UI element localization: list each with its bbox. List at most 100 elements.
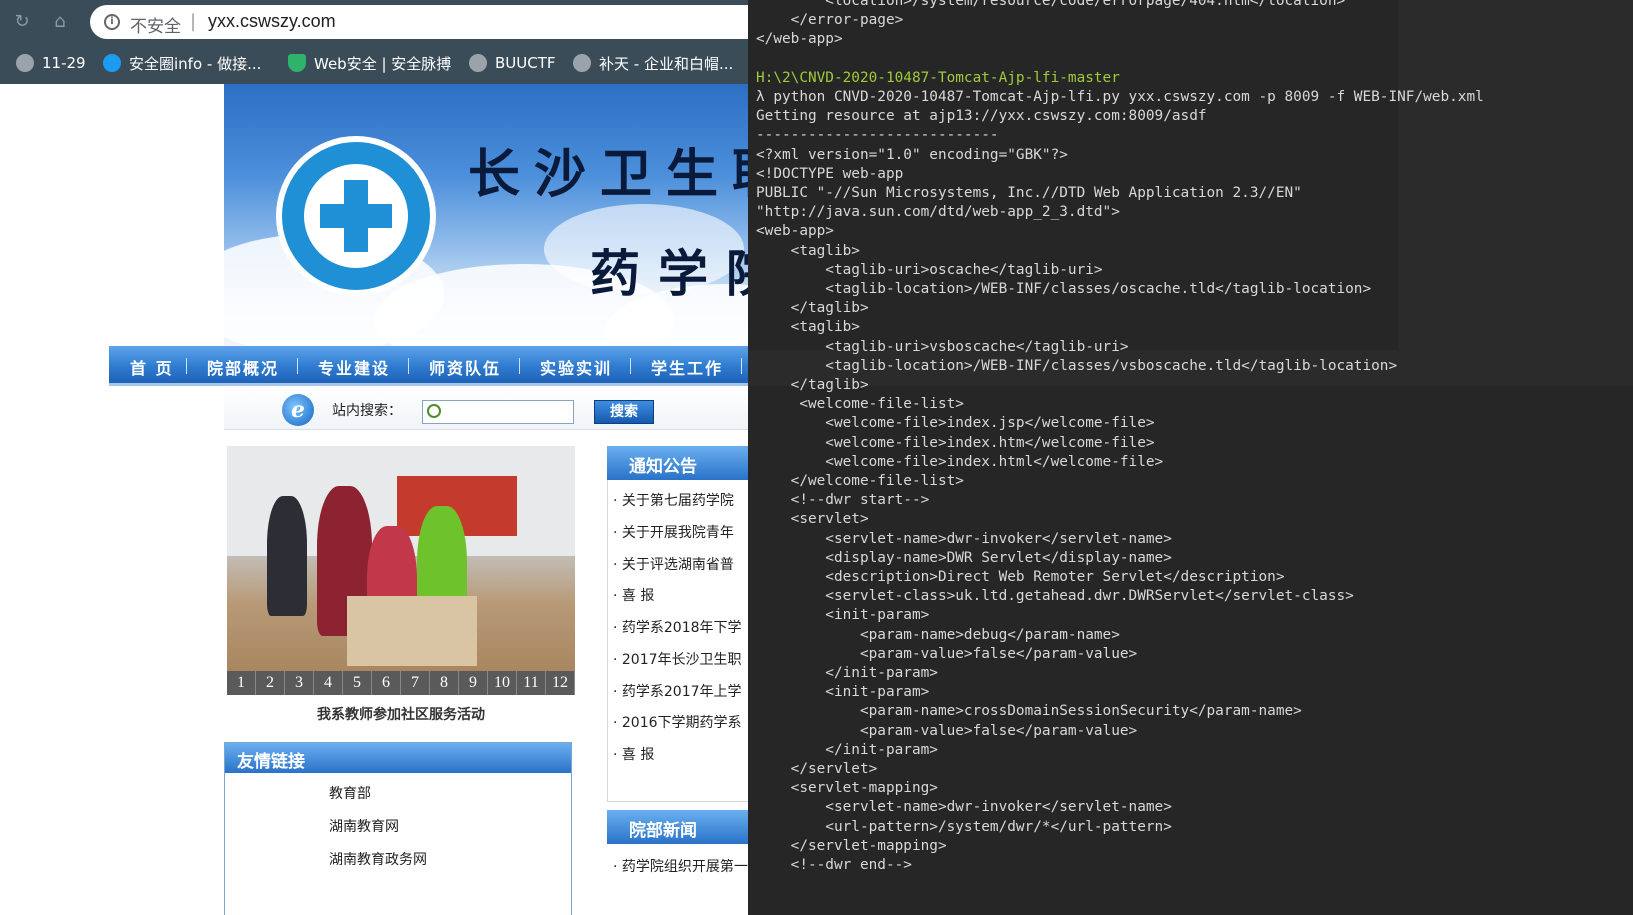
news-photo[interactable]	[227, 446, 575, 671]
pager-item[interactable]: 10	[488, 671, 517, 695]
photo-caption[interactable]: 我系教师参加社区服务活动	[227, 704, 575, 724]
photo-table	[347, 596, 477, 666]
terminal-line: <param-name>debug</param-name>	[756, 626, 1120, 643]
terminal-line: "http://java.sun.com/dtd/web-app_2_3.dtd…	[756, 204, 1120, 221]
bookmark-label: 11-29	[42, 54, 86, 72]
nav-overview[interactable]: 院部概况	[207, 355, 279, 379]
reload-icon[interactable]: ↻	[10, 10, 34, 34]
notice-item[interactable]: · 关于开展我院青年	[613, 522, 734, 542]
terminal-line: </error-page>	[756, 12, 904, 29]
logo-emblem	[304, 164, 408, 268]
omnibox[interactable]: i 不安全 | yxx.cswszy.com	[90, 5, 810, 39]
notice-item[interactable]: · 2016下学期药学系	[613, 712, 742, 732]
ghost-row	[1398, 0, 1633, 350]
nav-labs[interactable]: 实验实训	[540, 355, 612, 379]
nav-divider	[408, 358, 409, 374]
main-nav: 首 页 院部概况 专业建设 师资队伍 实验实训 学生工作	[109, 346, 780, 386]
nav-divider	[186, 358, 187, 374]
pager-item[interactable]: 9	[459, 671, 488, 695]
nav-divider	[741, 358, 742, 374]
terminal-line: </servlet-mapping>	[756, 837, 947, 854]
pager-item[interactable]: 3	[285, 671, 314, 695]
college-logo[interactable]	[276, 136, 436, 296]
bookmark-item[interactable]: Web安全 | 安全脉搏	[288, 52, 451, 74]
terminal-line: <taglib-uri>oscache</taglib-uri>	[756, 261, 1103, 278]
friend-link[interactable]: 湖南教育政务网	[329, 849, 427, 869]
terminal-line: <servlet-mapping>	[756, 780, 938, 797]
bookmark-item[interactable]: BUUCTF	[469, 52, 556, 74]
nav-students[interactable]: 学生工作	[651, 355, 723, 379]
terminal-line: </init-param>	[756, 665, 938, 681]
nav-divider	[519, 358, 520, 374]
friend-link[interactable]: 湖南教育网	[329, 816, 399, 836]
info-icon[interactable]: i	[104, 14, 120, 30]
nav-faculty[interactable]: 师资队伍	[429, 355, 501, 379]
terminal-line: <param-name>crossDomainSessionSecurity</…	[756, 703, 1302, 720]
ie-icon: e	[282, 394, 314, 426]
photo-pager: 1 2 3 4 5 6 7 8 9 10 11 12	[227, 671, 575, 695]
nav-divider	[630, 358, 631, 374]
notice-item[interactable]: · 关于第七届药学院	[613, 490, 734, 510]
terminal-window[interactable]: <location>/system/resource/code/errorpag…	[748, 0, 1633, 915]
terminal-line: <init-param>	[756, 684, 930, 701]
notice-item[interactable]: · 关于评选湖南省普	[613, 554, 734, 574]
terminal-line: <!DOCTYPE web-app	[756, 165, 904, 182]
web-page: 长沙卫生职 药学院 首 页 院部概况 专业建设 师资队伍 实验实训 学生工作 e…	[0, 84, 780, 915]
pager-item[interactable]: 12	[546, 671, 575, 695]
photo-person	[267, 496, 307, 616]
terminal-line: <!--dwr start-->	[756, 492, 930, 509]
terminal-line: <servlet-name>dwr-invoker</servlet-name>	[756, 530, 1172, 547]
globe-icon	[16, 54, 34, 72]
pager-item[interactable]: 2	[256, 671, 285, 695]
security-label: 不安全	[130, 17, 181, 37]
terminal-line: <servlet-name>dwr-invoker</servlet-name>	[756, 799, 1172, 816]
terminal-line: H:\2\CNVD-2020-10487-Tomcat-Ajp-lfi-mast…	[756, 69, 1120, 86]
friend-links-panel: 友情链接 教育部 湖南教育网 湖南教育政务网	[224, 742, 572, 915]
notice-item[interactable]: · 药学系2018年下学	[613, 617, 742, 637]
bookmark-item[interactable]: 补天 - 企业和白帽...	[573, 52, 733, 74]
pager-item[interactable]: 8	[430, 671, 459, 695]
terminal-line: <welcome-file>index.html</welcome-file>	[756, 453, 1164, 470]
bookmark-item[interactable]: 11-29	[16, 52, 86, 74]
terminal-line: <param-value>false</param-value>	[756, 645, 1138, 662]
nav-home[interactable]: 首 页	[130, 355, 174, 379]
notice-item[interactable]: · 药学系2017年上学	[613, 681, 742, 701]
notice-item[interactable]: · 喜 报	[613, 744, 654, 764]
terminal-line: <servlet>	[756, 511, 869, 528]
terminal-line: λ python CNVD-2020-10487-Tomcat-Ajp-lfi.…	[756, 89, 1484, 105]
terminal-line: <taglib-location>/WEB-INF/classes/oscach…	[756, 281, 1372, 297]
bookmark-label: BUUCTF	[495, 54, 556, 72]
terminal-line: <servlet-class>uk.ltd.getahead.dwr.DWRSe…	[756, 588, 1354, 605]
terminal-line: </taglib>	[756, 300, 869, 317]
bookmark-label: Web安全 | 安全脉搏	[314, 54, 452, 73]
terminal-line: <web-app>	[756, 223, 834, 240]
pager-item[interactable]: 4	[314, 671, 343, 695]
url-text[interactable]: yxx.cswszy.com	[208, 11, 336, 32]
terminal-line: <!--dwr end-->	[756, 857, 912, 873]
omnibox-divider: |	[190, 11, 197, 32]
pager-item[interactable]: 11	[517, 671, 546, 695]
cross-icon-bar	[320, 204, 392, 228]
globe-icon	[573, 54, 591, 72]
search-icon	[427, 404, 441, 418]
pager-item[interactable]: 6	[372, 671, 401, 695]
notice-item[interactable]: · 2017年长沙卫生职	[613, 649, 742, 669]
bookmark-item[interactable]: 安全圈info - 做接...	[103, 52, 261, 74]
terminal-line: <description>Direct Web Remoter Servlet<…	[756, 569, 1285, 585]
search-input[interactable]	[422, 400, 574, 424]
terminal-line: <display-name>DWR Servlet</display-name>	[756, 549, 1172, 566]
nav-divider	[297, 358, 298, 374]
nav-majors[interactable]: 专业建设	[318, 355, 390, 379]
pager-item[interactable]: 5	[343, 671, 372, 695]
pager-item[interactable]: 7	[401, 671, 430, 695]
friend-link[interactable]: 教育部	[329, 783, 371, 803]
news-item[interactable]: · 药学院组织开展第一	[613, 856, 748, 876]
bookmarks-bar: 11-29 安全圈info - 做接... Web安全 | 安全脉搏 BUUCT…	[0, 44, 800, 84]
home-icon[interactable]: ⌂	[48, 10, 72, 34]
terminal-line: <taglib>	[756, 319, 860, 336]
pager-item[interactable]: 1	[227, 671, 256, 695]
search-button[interactable]: 搜索	[594, 400, 654, 424]
address-bar-row: ↻ ⌂ i 不安全 | yxx.cswszy.com	[0, 0, 810, 44]
terminal-line: <param-value>false</param-value>	[756, 722, 1138, 739]
notice-item[interactable]: · 喜 报	[613, 585, 654, 605]
